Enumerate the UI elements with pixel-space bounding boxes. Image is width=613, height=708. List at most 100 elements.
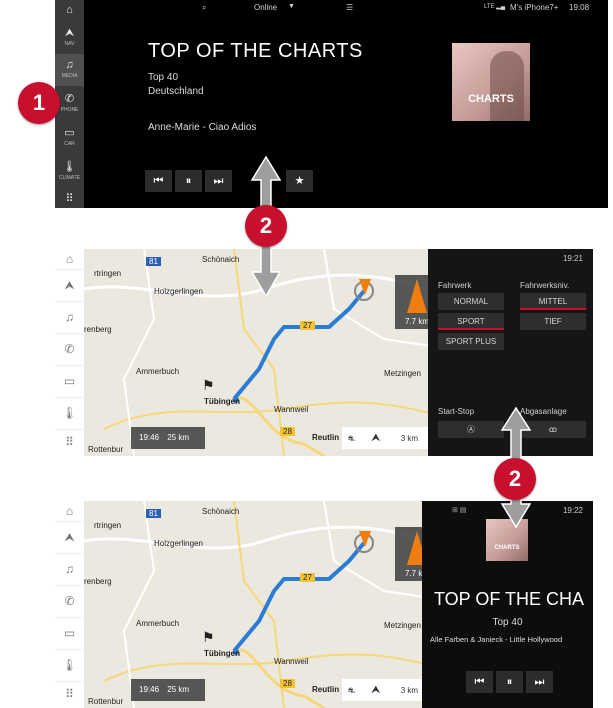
- sidebar-item-apps[interactable]: ⠿: [55, 681, 84, 708]
- navigation-map[interactable]: 81 Schönaich rtringen Holzgerlingen renb…: [84, 249, 451, 456]
- sidebar-item-media[interactable]: ♫: [55, 301, 84, 334]
- status-bar: ⌕ Online ▼ ☰ LTE ▂▄ M's iPhone7+ 19:08: [84, 0, 608, 16]
- fahrwerk-sport-button[interactable]: SPORT: [438, 313, 504, 330]
- sidebar-item-climate[interactable]: 🌡 CLIMATE: [55, 156, 84, 188]
- town-rottenburg: Rottenbur: [88, 697, 124, 706]
- chassis-panel: 19:21 Fahrwerk Fahrwerksniv. NORMAL SPOR…: [428, 249, 593, 456]
- town-schoenaich: Schönaich: [202, 255, 240, 264]
- eta-distance: 25 km: [167, 685, 190, 694]
- niveau-mittel-button[interactable]: MITTEL: [520, 293, 586, 310]
- map-sidebar: ⌂ ⮝ ♫ ✆ ▭ 🌡 ⠿: [55, 249, 84, 456]
- station-title: TOP OF THE CHA: [434, 589, 585, 609]
- apps-grid-icon: ⠿: [65, 193, 74, 205]
- town-metzingen: Metzingen: [384, 621, 421, 630]
- track-title: Alle Farben & Janieck - Little Hollywood: [430, 635, 563, 644]
- fahrwerk-sport-plus-button[interactable]: SPORT PLUS: [438, 333, 504, 350]
- favorite-button[interactable]: ★: [286, 170, 313, 192]
- navigation-map[interactable]: 81 Schönaich rtringen Holzgerlingen renb…: [84, 501, 451, 708]
- auto-start-stop-icon: Ⓐ: [467, 425, 475, 434]
- destination-flag-icon: ⚑: [202, 377, 215, 393]
- previous-button[interactable]: ⏮: [466, 671, 493, 693]
- search-icon[interactable]: ⌕: [202, 3, 206, 13]
- town-wannweil: Wannweil: [274, 657, 309, 666]
- town-metzingen: Metzingen: [384, 369, 421, 378]
- map-scale[interactable]: 3 km: [401, 686, 418, 695]
- chevron-down-icon[interactable]: ▼: [288, 3, 295, 10]
- eta-box[interactable]: 19:46 25 km: [131, 427, 205, 449]
- sidebar-item-car[interactable]: ▭: [55, 617, 84, 650]
- destination-flag-icon: ⚑: [202, 629, 215, 645]
- sidebar-item-home[interactable]: ⌂: [55, 501, 84, 522]
- sidebar-item-climate[interactable]: 🌡: [55, 649, 84, 682]
- sidebar-item-nav[interactable]: ⮝: [55, 521, 84, 554]
- thermometer-icon: 🌡: [62, 161, 77, 173]
- cover-text: CHARTS: [468, 93, 514, 105]
- source-label[interactable]: Online: [254, 3, 277, 12]
- road-shield-27: 27: [300, 573, 315, 582]
- eta-time: 19:46: [139, 685, 160, 694]
- town-holzgerlingen: Holzgerlingen: [154, 287, 203, 296]
- media-screen: ⌂ ⮝ NAV ♫ MEDIA ✆ PHONE ▭ CAR 🌡 CLIMATE …: [55, 0, 608, 208]
- map-sidebar: ⌂ ⮝ ♫ ✆ ▭ 🌡 ⠿: [55, 501, 84, 708]
- sidebar-item-home[interactable]: ⌂: [55, 249, 84, 270]
- pause-button[interactable]: ⏸: [496, 671, 523, 693]
- town-aidlingen: rtringen: [94, 521, 122, 530]
- sidebar-item-home[interactable]: ⌂: [55, 0, 84, 20]
- town-holzgerlingen: Holzgerlingen: [154, 539, 203, 548]
- town-herrenberg: renberg: [84, 325, 112, 334]
- niveau-tief-button[interactable]: TIEF: [520, 313, 586, 330]
- road-shield-27: 27: [300, 321, 315, 330]
- car-icon: ▭: [64, 127, 75, 139]
- town-reutlingen: Reutlin: [312, 433, 340, 442]
- fahrwerk-normal-button[interactable]: NORMAL: [438, 293, 504, 310]
- straight-arrow-icon: [407, 279, 427, 313]
- start-stop-button[interactable]: Ⓐ: [438, 421, 504, 438]
- sidebar-item-phone[interactable]: ✆: [55, 333, 84, 366]
- album-cover: CHARTS: [486, 519, 528, 561]
- town-rottenburg: Rottenbur: [88, 445, 124, 454]
- sidebar-item-car[interactable]: ▭ CAR: [55, 122, 84, 154]
- phone-name: M's iPhone7+: [510, 3, 559, 12]
- sidebar-item-apps[interactable]: ⠿: [55, 190, 84, 208]
- road-shield-28: 28: [280, 427, 295, 436]
- road-shield-81: 81: [146, 509, 161, 518]
- sidebar-item-apps[interactable]: ⠿: [55, 429, 84, 456]
- sidebar-item-media[interactable]: ♫ MEDIA: [55, 54, 84, 86]
- album-cover: CHARTS: [452, 43, 530, 121]
- sidebar-item-phone[interactable]: ✆: [55, 585, 84, 618]
- map-media-screen: 81 Schönaich rtringen Holzgerlingen renb…: [55, 501, 593, 708]
- clock: 19:22: [562, 506, 583, 515]
- clock: 19:08: [569, 3, 590, 12]
- sidebar-item-nav[interactable]: ⮝: [55, 269, 84, 302]
- sidebar-item-media[interactable]: ♫: [55, 553, 84, 586]
- town-tuebingen: Tübingen: [204, 397, 240, 406]
- town-tuebingen: Tübingen: [204, 649, 240, 658]
- sidebar-item-car[interactable]: ▭: [55, 365, 84, 398]
- track-title: Anne-Marie - Ciao Adios: [148, 122, 257, 133]
- north-arrow-icon[interactable]: ⮝: [371, 432, 380, 444]
- north-arrow-icon[interactable]: ⮝: [371, 684, 380, 696]
- media-side-panel: ⊞ ▤ 19:22 CHARTS TOP OF THE CHA Top 40 A…: [422, 501, 593, 708]
- eta-time: 19:46: [139, 433, 160, 442]
- map-scale[interactable]: 3 km: [401, 434, 418, 443]
- next-button[interactable]: ⏭: [526, 671, 553, 693]
- station-name: Top 40: [148, 72, 179, 83]
- road-shield-28: 28: [280, 679, 295, 688]
- sidebar-item-nav[interactable]: ⮝ NAV: [55, 22, 84, 54]
- exhaust-button[interactable]: ꝏ: [520, 421, 586, 438]
- next-button[interactable]: ⏭: [205, 170, 232, 192]
- exhaust-icon: ꝏ: [548, 425, 558, 434]
- route-options-icon[interactable]: ⛐: [348, 434, 355, 443]
- map-chassis-screen: 81 Schönaich rtringen Holzgerlingen renb…: [55, 249, 593, 456]
- start-stop-label: Start-Stop: [438, 407, 475, 416]
- station-country: Deutschland: [148, 86, 204, 97]
- badge-2: 2: [245, 205, 287, 247]
- music-note-icon: ♫: [65, 59, 74, 71]
- pause-button[interactable]: ⏸: [175, 170, 202, 192]
- badge-1: 1: [18, 82, 60, 124]
- route-options-icon[interactable]: ⛐: [348, 686, 355, 695]
- list-icon[interactable]: ☰: [346, 3, 353, 12]
- sidebar-item-climate[interactable]: 🌡: [55, 397, 84, 430]
- previous-button[interactable]: ⏮: [145, 170, 172, 192]
- eta-box[interactable]: 19:46 25 km: [131, 679, 205, 701]
